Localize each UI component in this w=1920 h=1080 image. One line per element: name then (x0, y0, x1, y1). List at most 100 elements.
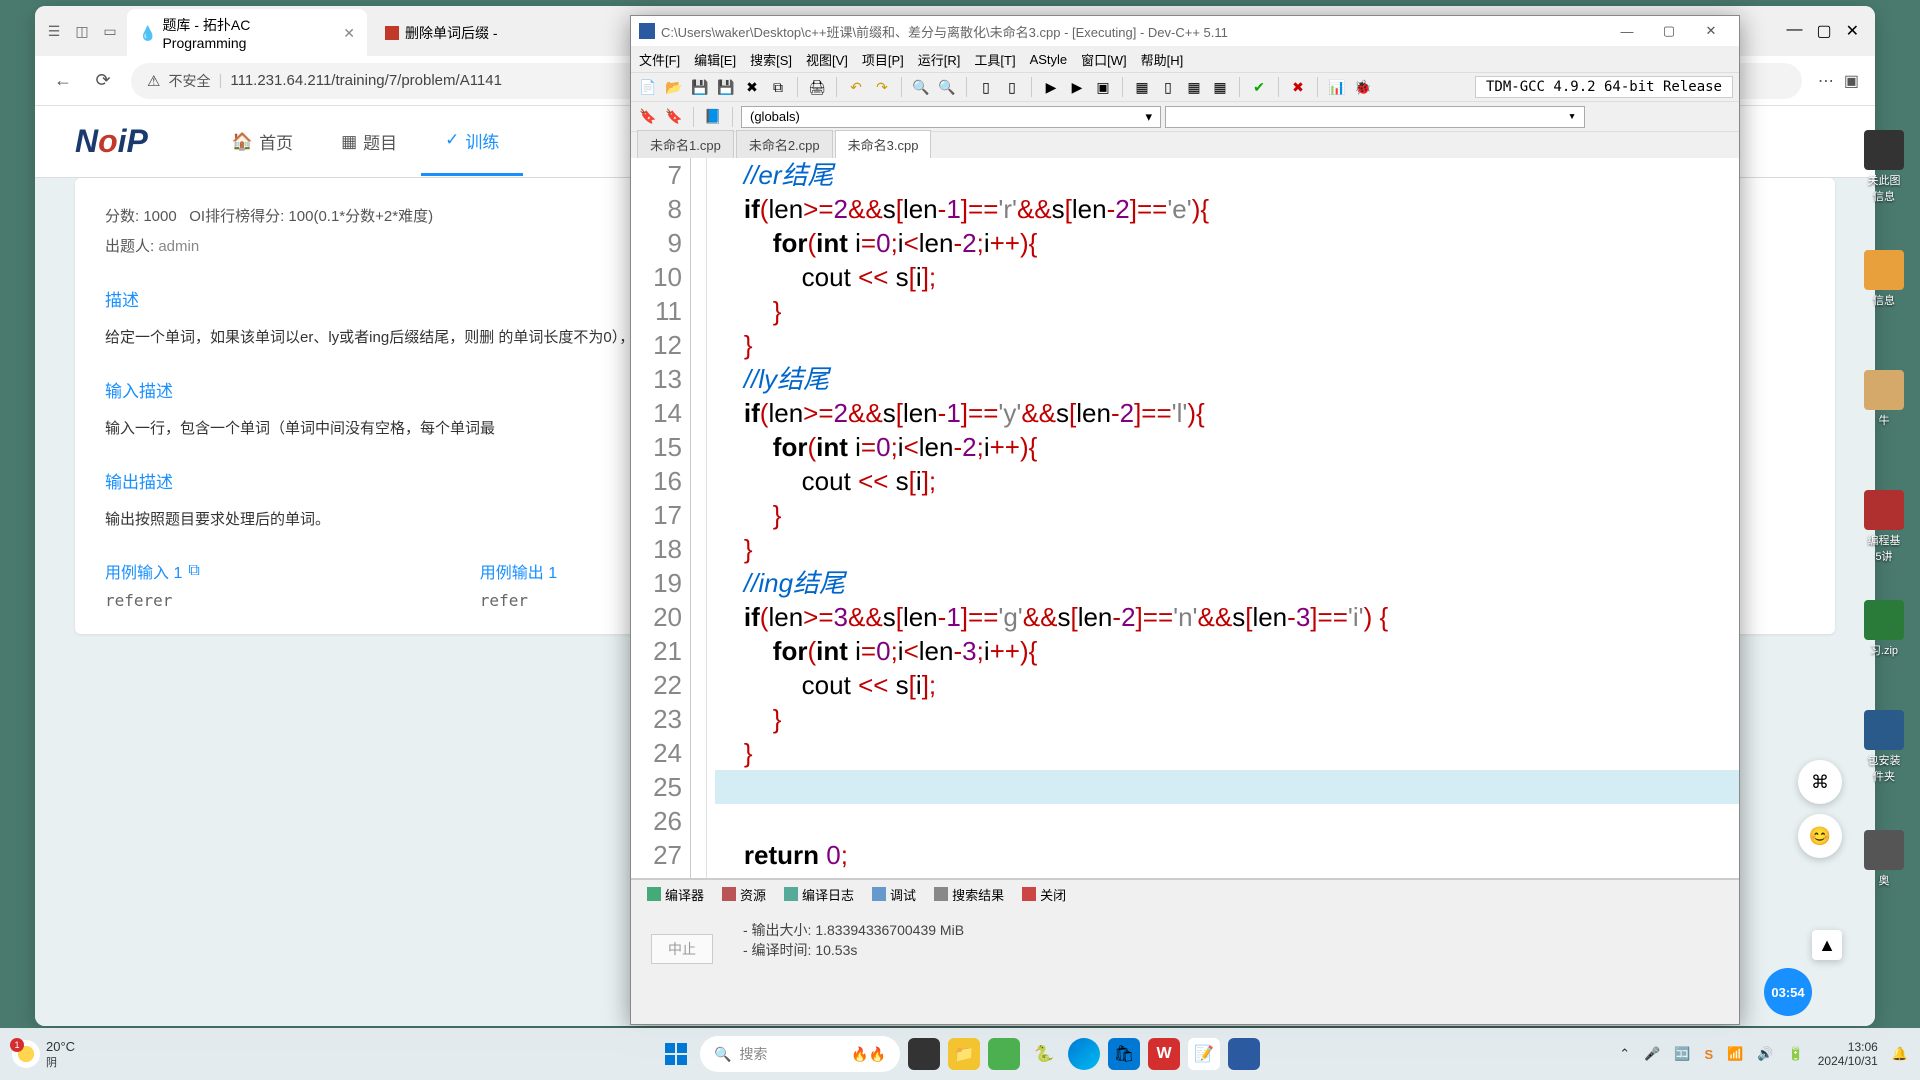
editor-tab-3[interactable]: 未命名3.cpp (835, 130, 932, 158)
btab-resources[interactable]: 资源 (714, 882, 774, 907)
scope-dropdown[interactable]: (globals)▾ (741, 106, 1161, 128)
tray-input-icon[interactable]: 🈁 (1674, 1046, 1690, 1062)
btab-close[interactable]: 关闭 (1014, 882, 1074, 907)
open-icon[interactable]: 📂 (663, 76, 685, 98)
redo-icon[interactable]: ↷ (871, 76, 893, 98)
replace-icon[interactable]: 🔍 (936, 76, 958, 98)
task-app-notepad[interactable]: 📝 (1188, 1038, 1220, 1070)
desktop-icon[interactable]: 编程基5讲 (1860, 490, 1908, 564)
task-app-explorer[interactable]: 📁 (948, 1038, 980, 1070)
maximize-icon[interactable]: ▢ (1816, 21, 1831, 41)
minimize-button[interactable]: — (1607, 18, 1647, 44)
more-icon[interactable]: ⋯ (1818, 71, 1834, 91)
maximize-button[interactable]: ▢ (1649, 18, 1689, 44)
delete-icon[interactable]: ✖ (1287, 76, 1309, 98)
back-button[interactable]: ← (51, 69, 75, 93)
fold-gutter[interactable] (691, 158, 707, 878)
member-dropdown[interactable]: ▾ (1165, 106, 1585, 128)
tray-volume-icon[interactable]: 🔊 (1757, 1046, 1773, 1062)
find-icon[interactable]: 🔍 (910, 76, 932, 98)
btab-compiler[interactable]: 编译器 (639, 882, 712, 907)
editor-tab-2[interactable]: 未命名2.cpp (736, 130, 833, 158)
new-file-icon[interactable]: 📄 (637, 76, 659, 98)
task-app-wps[interactable]: W (1148, 1038, 1180, 1070)
desktop-icon[interactable]: 奥 (1860, 830, 1908, 888)
toggle-icon[interactable]: ▯ (975, 76, 997, 98)
book-icon[interactable]: 📘 (702, 106, 724, 128)
menu-help[interactable]: 帮助[H] (1141, 50, 1184, 69)
run-icon[interactable]: ▶ (1066, 76, 1088, 98)
desktop-icon[interactable]: 牛 (1860, 370, 1908, 428)
float-button-1[interactable]: ⌘ (1798, 760, 1842, 804)
btab-debug[interactable]: 调试 (864, 882, 924, 907)
check-icon[interactable]: ✔ (1248, 76, 1270, 98)
panel2-icon[interactable]: ▦ (1183, 76, 1205, 98)
tray-wifi-icon[interactable]: 📶 (1727, 1046, 1743, 1062)
clock[interactable]: 13:06 2024/10/31 (1818, 1040, 1878, 1069)
tray-notifications-icon[interactable]: 🔔 (1892, 1046, 1908, 1062)
float-button-2[interactable]: 😊 (1798, 814, 1842, 858)
tray-battery-icon[interactable]: 🔋 (1788, 1046, 1804, 1062)
tab-overview-icon[interactable]: ▭ (99, 20, 121, 42)
desktop-icon[interactable]: 习.zip (1860, 600, 1908, 658)
desktop-icon[interactable]: 包安装件夹 (1860, 710, 1908, 784)
devcpp-titlebar[interactable]: C:\Users\waker\Desktop\c++班课\前缀和、差分与离散化\… (631, 16, 1739, 46)
code-area[interactable]: //er结尾 if(len>=2&&s[len-1]=='r'&&s[len-2… (707, 158, 1739, 878)
task-app-2[interactable] (988, 1038, 1020, 1070)
refresh-button[interactable]: ⟳ (91, 69, 115, 93)
weather-widget[interactable]: 1 20°C 阴 (12, 1039, 75, 1070)
task-app-edge[interactable] (1068, 1038, 1100, 1070)
taskbar-search[interactable]: 🔍 搜索 🔥🔥 (700, 1036, 900, 1072)
grid-icon[interactable]: ▦ (1131, 76, 1153, 98)
editor-tab-1[interactable]: 未命名1.cpp (637, 130, 734, 158)
grid2-icon[interactable]: ▦ (1209, 76, 1231, 98)
bookmark2-icon[interactable]: 🔖 (663, 106, 685, 128)
bookmark-icon[interactable]: 🔖 (637, 106, 659, 128)
btab-log[interactable]: 编译日志 (776, 882, 862, 907)
panel-icon[interactable]: ▯ (1157, 76, 1179, 98)
menu-file[interactable]: 文件[F] (639, 50, 680, 69)
compile-run-icon[interactable]: ▣ (1092, 76, 1114, 98)
copy-icon[interactable]: ⧉ (188, 562, 199, 580)
noip-logo[interactable]: NoiP (75, 123, 148, 160)
copy-icon[interactable]: ⧉ (767, 76, 789, 98)
menu-search[interactable]: 搜索[S] (750, 50, 792, 69)
close-icon[interactable]: ✕ (1846, 21, 1859, 41)
desktop-icon[interactable]: 关此图信息 (1860, 130, 1908, 204)
workspaces-icon[interactable]: ◫ (71, 20, 93, 42)
start-button[interactable] (660, 1038, 692, 1070)
menu-astyle[interactable]: AStyle (1030, 52, 1068, 67)
print-icon[interactable]: 🖨 (806, 76, 828, 98)
close-icon[interactable]: ✕ (343, 25, 355, 42)
menu-project[interactable]: 项目[P] (862, 50, 904, 69)
save-all-icon[interactable]: 💾 (715, 76, 737, 98)
browser-tab-1[interactable]: 💧 题库 - 拓扑AC Programming ✕ (127, 9, 367, 57)
timer-bubble[interactable]: 03:54 (1764, 968, 1812, 1016)
goto-icon[interactable]: ▯ (1001, 76, 1023, 98)
close-file-icon[interactable]: ✖ (741, 76, 763, 98)
nav-training[interactable]: ✓ 训练 (421, 108, 523, 176)
code-editor[interactable]: 789 101112 131415 161718 192021 222324 2… (631, 158, 1739, 878)
btab-search[interactable]: 搜索结果 (926, 882, 1012, 907)
menu-run[interactable]: 运行[R] (918, 50, 961, 69)
chart-icon[interactable]: 📊 (1326, 76, 1348, 98)
task-app-1[interactable] (908, 1038, 940, 1070)
tray-mic-icon[interactable]: 🎤 (1644, 1046, 1660, 1062)
bug-icon[interactable]: 🐞 (1352, 76, 1374, 98)
close-button[interactable]: ✕ (1691, 18, 1731, 44)
desktop-icon[interactable]: 信息 (1860, 250, 1908, 308)
compile-icon[interactable]: ▶ (1040, 76, 1062, 98)
stop-button[interactable]: 中止 (651, 934, 713, 964)
menu-tools[interactable]: 工具[T] (974, 50, 1015, 69)
undo-icon[interactable]: ↶ (845, 76, 867, 98)
tray-chevron-icon[interactable]: ⌃ (1619, 1046, 1630, 1062)
tab-menu-icon[interactable]: ☰ (43, 20, 65, 42)
task-app-devcpp[interactable] (1228, 1038, 1260, 1070)
compiler-select[interactable]: TDM-GCC 4.9.2 64-bit Release (1475, 76, 1733, 98)
minimize-icon[interactable]: — (1786, 21, 1802, 41)
scroll-top-button[interactable]: ▲ (1812, 930, 1842, 960)
menu-view[interactable]: 视图[V] (806, 50, 848, 69)
task-app-store[interactable]: 🛍 (1108, 1038, 1140, 1070)
tray-sogou-icon[interactable]: S (1705, 1047, 1714, 1062)
menu-window[interactable]: 窗口[W] (1081, 50, 1127, 69)
